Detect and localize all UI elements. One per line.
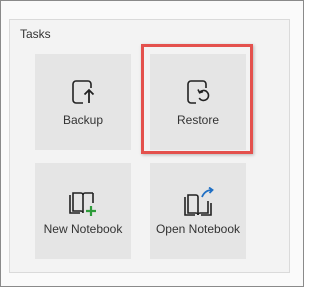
new-notebook-button[interactable]: New Notebook (35, 163, 131, 259)
backup-label: Backup (62, 113, 104, 127)
open-notebook-label: Open Notebook (155, 222, 241, 236)
restore-icon (150, 78, 246, 106)
new-notebook-icon (35, 187, 131, 217)
panel-title: Tasks (20, 27, 51, 41)
restore-button[interactable]: Restore (150, 54, 246, 150)
backup-icon (35, 78, 131, 106)
open-notebook-icon (150, 187, 246, 219)
new-notebook-label: New Notebook (43, 222, 123, 236)
restore-label: Restore (176, 113, 220, 127)
backup-button[interactable]: Backup (35, 54, 131, 150)
open-notebook-button[interactable]: Open Notebook (150, 163, 246, 259)
